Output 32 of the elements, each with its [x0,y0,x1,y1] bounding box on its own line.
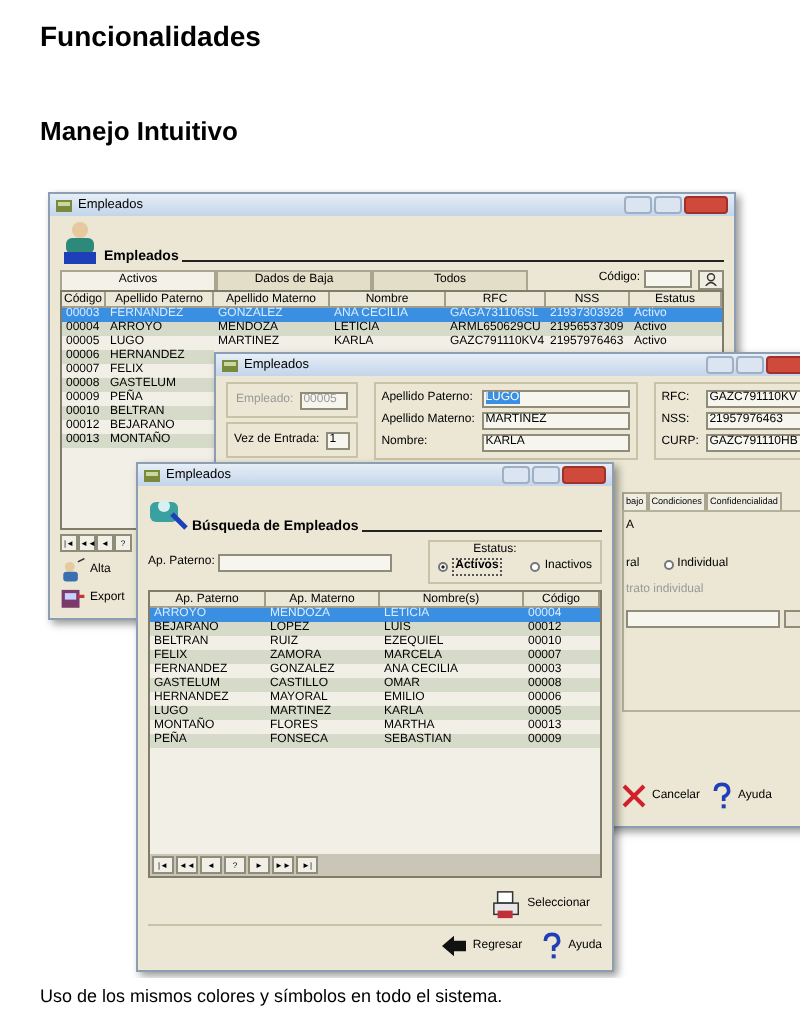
person-add-icon [60,558,86,582]
maximize-button[interactable] [532,466,560,484]
close-icon [622,784,646,808]
maximize-button[interactable] [736,356,764,374]
section-title: Manejo Intuitivo [40,116,240,148]
code-field[interactable] [644,270,692,288]
window-icon [144,467,160,483]
printer-icon [491,890,522,920]
help-icon [712,782,733,810]
person-icon [60,220,100,264]
minimize-button[interactable] [706,356,734,374]
input-field[interactable] [626,610,781,628]
surname-field[interactable] [218,553,392,571]
minimize-button[interactable] [624,196,652,214]
page-title: Funcionalidades [40,18,263,54]
close-button[interactable] [684,196,728,214]
window-icon [56,197,72,213]
close-button[interactable] [766,356,800,374]
export-icon [60,586,86,610]
caption: Uso de los mismos colores y símbolos en todo el sistema. [40,986,505,1006]
close-button[interactable] [562,466,606,484]
search-button[interactable] [698,269,724,289]
help-icon [542,932,563,960]
maximize-button[interactable] [654,196,682,214]
radio-button[interactable] [663,560,674,570]
browse-button[interactable] [784,610,800,628]
person-icon [704,272,718,286]
window-icon [222,357,238,373]
radio-button[interactable] [530,562,541,572]
arrow-left-icon [442,934,467,958]
minimize-button[interactable] [502,466,530,484]
radio-button[interactable] [437,562,448,572]
